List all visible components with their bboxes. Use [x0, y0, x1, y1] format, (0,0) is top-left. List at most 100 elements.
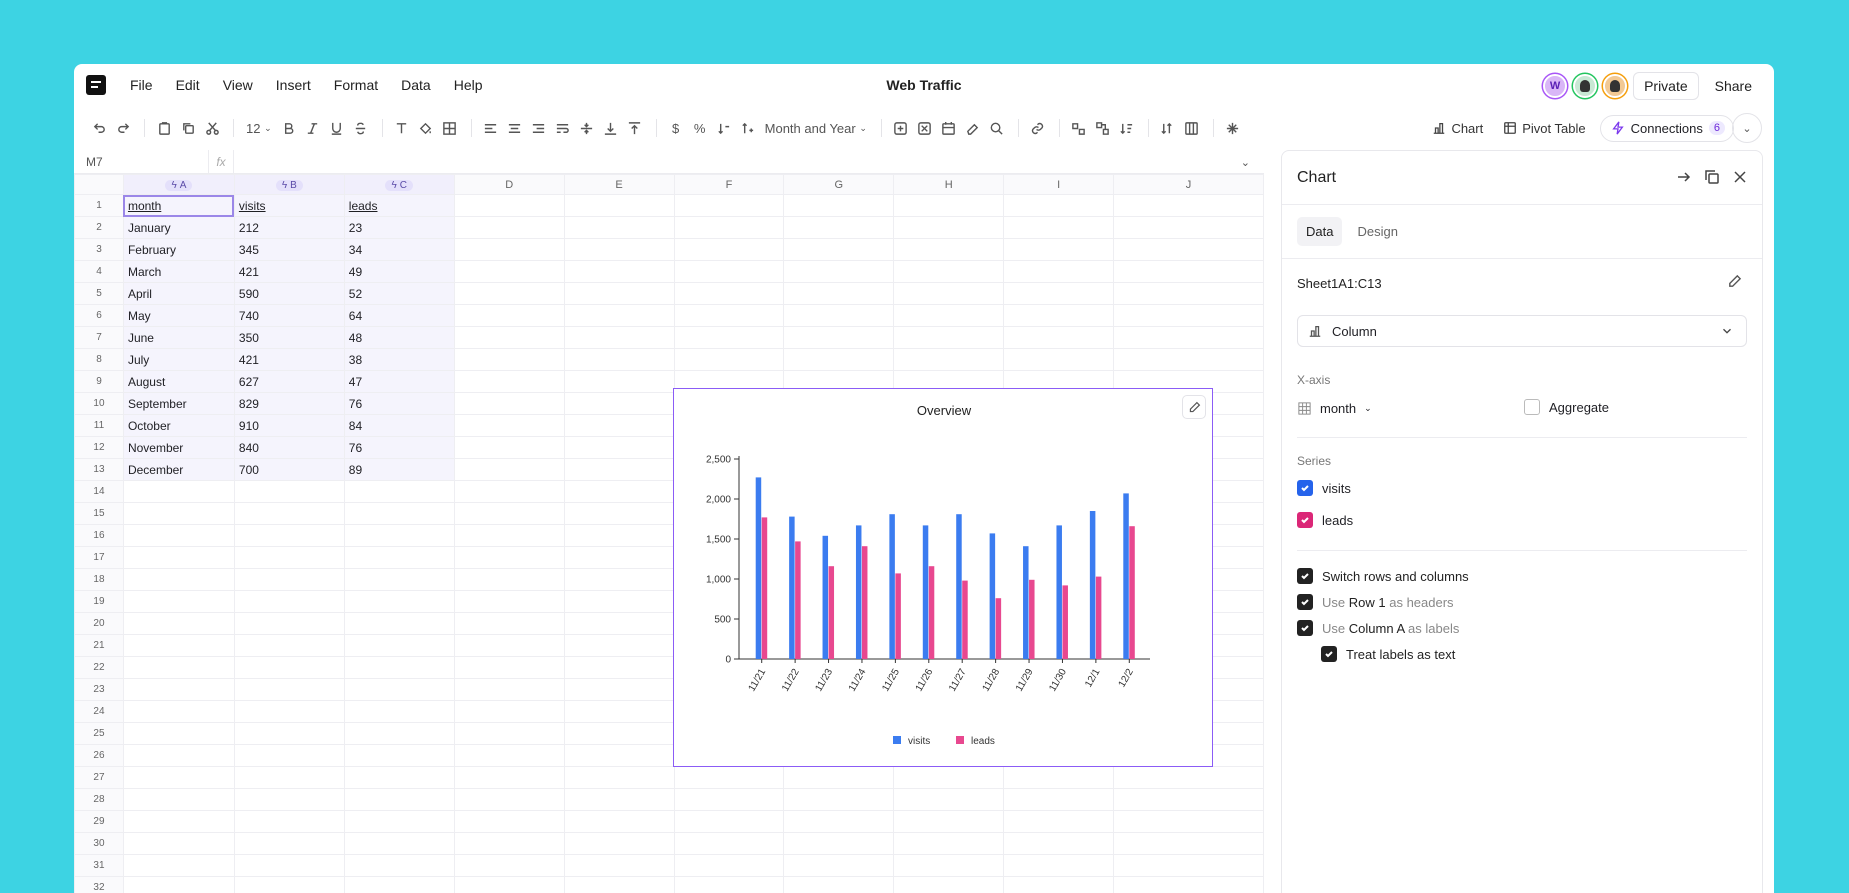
row-number[interactable]: 32 [74, 876, 124, 893]
text-to-columns-icon[interactable] [1068, 117, 1090, 139]
delete-icon[interactable] [914, 117, 936, 139]
avatar[interactable] [1603, 74, 1628, 98]
cell[interactable] [783, 876, 895, 893]
cell[interactable] [563, 700, 675, 723]
insert-row-icon[interactable] [890, 117, 912, 139]
avatar[interactable]: W [1543, 74, 1568, 98]
arrow-right-icon[interactable] [1676, 169, 1692, 185]
cell[interactable] [563, 414, 675, 437]
cell[interactable] [233, 854, 345, 877]
cell[interactable] [1003, 788, 1115, 811]
row-number[interactable]: 27 [74, 766, 124, 789]
cell[interactable] [563, 744, 675, 767]
underline-icon[interactable] [326, 117, 348, 139]
row-number[interactable]: 26 [74, 744, 124, 767]
row-number[interactable]: 16 [74, 524, 124, 547]
cell[interactable] [673, 876, 785, 893]
cell[interactable] [1113, 348, 1264, 371]
font-size-select[interactable]: 12 ⌄ [242, 117, 276, 139]
cell[interactable]: 350 [233, 326, 345, 349]
sort-icon[interactable] [1116, 117, 1138, 139]
cell[interactable] [1003, 238, 1115, 261]
cell[interactable] [122, 788, 235, 811]
text-format-icon[interactable] [391, 117, 413, 139]
cell[interactable] [563, 854, 675, 877]
headers-checkbox[interactable] [1297, 594, 1313, 610]
redo-icon[interactable] [112, 117, 134, 139]
cell[interactable] [1003, 326, 1115, 349]
cell[interactable] [453, 590, 565, 613]
row-number[interactable]: 15 [74, 502, 124, 525]
cell[interactable] [453, 260, 565, 283]
cell[interactable] [233, 634, 345, 657]
cell[interactable] [783, 282, 895, 305]
cell[interactable] [453, 744, 565, 767]
bold-icon[interactable] [278, 117, 300, 139]
cell[interactable] [453, 370, 565, 393]
cell[interactable]: 740 [233, 304, 345, 327]
cell[interactable] [893, 326, 1005, 349]
share-button[interactable]: Share [1705, 73, 1762, 99]
cell[interactable] [453, 216, 565, 239]
private-button[interactable]: Private [1633, 72, 1699, 100]
cell[interactable] [453, 458, 565, 481]
cell[interactable] [1113, 216, 1264, 239]
row-number[interactable]: 17 [74, 546, 124, 569]
vertical-center-icon[interactable] [576, 117, 598, 139]
date-format-select[interactable]: Month and Year ⌄ [761, 117, 871, 139]
cell[interactable] [673, 260, 785, 283]
column-header-g[interactable]: G [783, 174, 895, 195]
cell[interactable] [673, 238, 785, 261]
cell[interactable] [563, 788, 675, 811]
row-number[interactable]: 28 [74, 788, 124, 811]
cell[interactable] [1113, 766, 1264, 789]
column-header-i[interactable]: I [1003, 174, 1115, 195]
row-number[interactable]: 10 [74, 392, 124, 415]
cell[interactable] [563, 568, 675, 591]
cell[interactable] [893, 766, 1005, 789]
cell[interactable] [233, 722, 345, 745]
column-header-a[interactable]: ϟA [122, 174, 235, 195]
cell[interactable]: 627 [233, 370, 345, 393]
cell[interactable]: March [122, 260, 235, 283]
cell[interactable] [233, 612, 345, 635]
column-header-j[interactable]: J [1113, 174, 1264, 195]
cell[interactable] [1113, 810, 1264, 833]
cell[interactable] [893, 348, 1005, 371]
cell[interactable] [893, 194, 1005, 217]
column-header-e[interactable]: E [563, 174, 675, 195]
cell[interactable] [563, 348, 675, 371]
cell[interactable] [122, 832, 235, 855]
cell[interactable] [563, 392, 675, 415]
row-number[interactable]: 23 [74, 678, 124, 701]
cell[interactable]: 212 [233, 216, 345, 239]
row-number[interactable]: 19 [74, 590, 124, 613]
decimal-decrease-icon[interactable] [713, 117, 735, 139]
row-number[interactable]: 12 [74, 436, 124, 459]
cell[interactable] [233, 524, 345, 547]
cell[interactable] [563, 612, 675, 635]
row-number[interactable]: 21 [74, 634, 124, 657]
cell[interactable] [563, 722, 675, 745]
pencil-icon[interactable] [1727, 274, 1742, 292]
cell[interactable]: 421 [233, 260, 345, 283]
cell[interactable] [453, 546, 565, 569]
column-header-h[interactable]: H [893, 174, 1005, 195]
cell[interactable]: 52 [343, 282, 455, 305]
cell[interactable] [122, 810, 235, 833]
cell[interactable] [343, 700, 455, 723]
treat-text-checkbox[interactable] [1321, 646, 1337, 662]
cell[interactable] [343, 744, 455, 767]
decimal-increase-icon[interactable] [737, 117, 759, 139]
cell[interactable] [122, 854, 235, 877]
cell[interactable]: 89 [343, 458, 455, 481]
cell[interactable] [233, 502, 345, 525]
cell[interactable] [783, 238, 895, 261]
cell[interactable] [122, 590, 235, 613]
cell[interactable]: 840 [233, 436, 345, 459]
cell[interactable] [563, 304, 675, 327]
row-number[interactable]: 2 [74, 216, 124, 239]
cell[interactable] [233, 788, 345, 811]
cell[interactable] [563, 194, 675, 217]
align-bottom-icon[interactable] [600, 117, 622, 139]
